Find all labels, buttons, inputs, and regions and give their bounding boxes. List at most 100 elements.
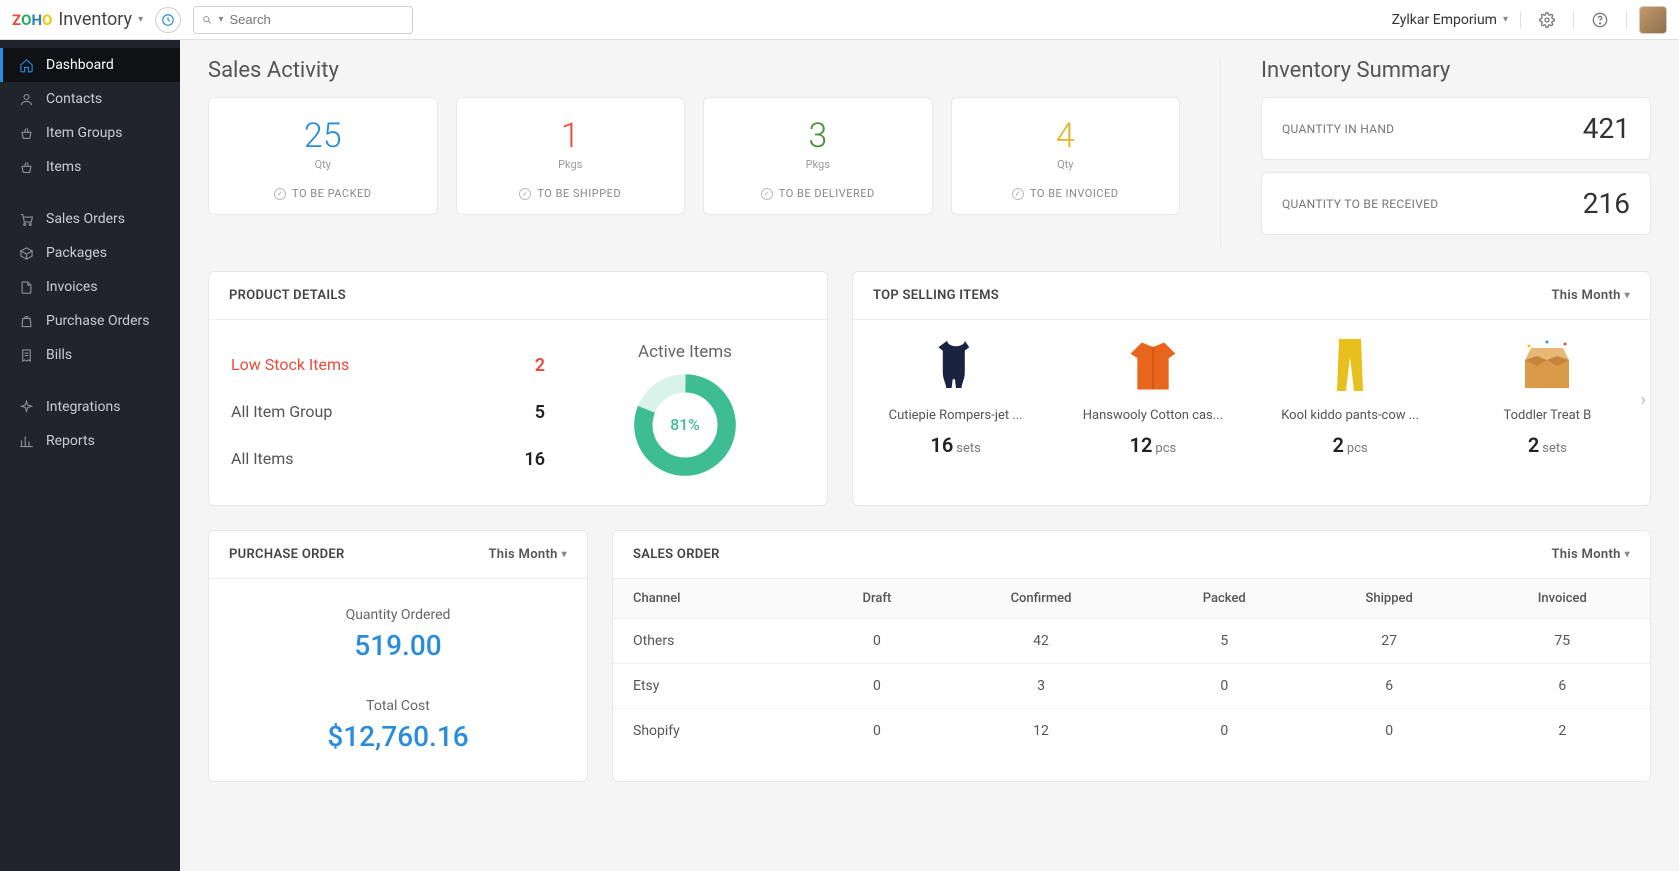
po-cost-label: Total Cost <box>229 698 567 714</box>
inventory-summary-section: Inventory Summary QUANTITY IN HAND421 QUA… <box>1261 58 1651 247</box>
main-content: Sales Activity 25Qty✓TO BE PACKED1Pkgs✓T… <box>180 40 1679 871</box>
gear-icon <box>1539 12 1555 28</box>
check-icon: ✓ <box>1012 188 1024 200</box>
sidebar-item-label: Item Groups <box>46 125 123 141</box>
product-detail-row[interactable]: All Item Group5 <box>231 389 545 436</box>
topbar: ZOHO Inventory ▾ ▾ Zylkar Emporium ▾ <box>0 0 1679 40</box>
top-selling-item[interactable]: Kool kiddo pants-cow ...2pcs <box>1252 330 1449 461</box>
stat-unit: Pkgs <box>467 158 675 171</box>
period-selector[interactable]: This Month ▾ <box>1552 288 1630 303</box>
caret-down-icon: ▾ <box>1625 290 1630 301</box>
basket-icon <box>18 160 34 175</box>
table-row[interactable]: Etsy03066 <box>613 664 1650 709</box>
app-title: Inventory <box>58 9 132 30</box>
product-detail-row[interactable]: Low Stock Items2 <box>231 342 545 389</box>
spark-icon <box>18 400 34 415</box>
sales-order-panel: SALES ORDER This Month ▾ ChannelDraftCon… <box>612 530 1651 782</box>
table-header: Shipped <box>1304 579 1475 619</box>
sales-order-table: ChannelDraftConfirmedPackedShippedInvoic… <box>613 579 1650 753</box>
sidebar-item-bills[interactable]: Bills <box>0 338 180 372</box>
basket-icon <box>18 126 34 141</box>
item-qty: 2pcs <box>1260 433 1441 457</box>
search-input-wrap[interactable]: ▾ <box>193 6 413 34</box>
sidebar-item-label: Dashboard <box>46 57 114 73</box>
stat-card-to-be-shipped[interactable]: 1Pkgs✓TO BE SHIPPED <box>456 97 686 215</box>
sidebar-item-purchase-orders[interactable]: Purchase Orders <box>0 304 180 338</box>
value-cell: 0 <box>817 619 938 664</box>
value-cell: 42 <box>937 619 1144 664</box>
caret-down-icon: ▾ <box>138 14 143 25</box>
pd-label: All Items <box>231 449 294 470</box>
table-row[interactable]: Others04252775 <box>613 619 1650 664</box>
section-title: Sales Activity <box>208 58 1180 83</box>
file-icon <box>18 280 34 295</box>
divider <box>1520 11 1521 29</box>
table-row[interactable]: Shopify012002 <box>613 709 1650 754</box>
summary-card: QUANTITY TO BE RECEIVED 216 <box>1261 172 1651 235</box>
divider <box>1573 11 1574 29</box>
summary-label: QUANTITY TO BE RECEIVED <box>1282 197 1438 211</box>
recent-history-button[interactable] <box>155 7 181 33</box>
sidebar-item-label: Contacts <box>46 91 102 107</box>
divider <box>1626 11 1627 29</box>
item-name: Hanswooly Cotton cas... <box>1062 408 1243 423</box>
sidebar-item-packages[interactable]: Packages <box>0 236 180 270</box>
help-button[interactable] <box>1586 12 1614 28</box>
check-icon: ✓ <box>274 188 286 200</box>
sidebar-item-label: Bills <box>46 347 72 363</box>
period-selector[interactable]: This Month ▾ <box>1552 547 1630 562</box>
sidebar-item-contacts[interactable]: Contacts <box>0 82 180 116</box>
top-selling-item[interactable]: Toddler Treat B2sets <box>1449 330 1646 461</box>
receipt-icon <box>18 348 34 363</box>
channel-cell: Others <box>613 619 817 664</box>
product-image-icon <box>1457 334 1638 398</box>
item-name: Toddler Treat B <box>1457 408 1638 423</box>
summary-card: QUANTITY IN HAND421 <box>1261 97 1651 160</box>
sales-activity-section: Sales Activity 25Qty✓TO BE PACKED1Pkgs✓T… <box>208 58 1180 247</box>
stat-unit: Qty <box>219 158 427 171</box>
sidebar-item-item-groups[interactable]: Item Groups <box>0 116 180 150</box>
value-cell: 27 <box>1304 619 1475 664</box>
caret-down-icon: ▾ <box>1625 549 1630 560</box>
sidebar-item-integrations[interactable]: Integrations <box>0 390 180 424</box>
value-cell: 2 <box>1475 709 1650 754</box>
sidebar-item-sales-orders[interactable]: Sales Orders <box>0 202 180 236</box>
user-icon <box>18 92 34 107</box>
org-selector[interactable]: Zylkar Emporium ▾ <box>1392 12 1508 28</box>
sidebar-item-invoices[interactable]: Invoices <box>0 270 180 304</box>
app-logo[interactable]: ZOHO Inventory ▾ <box>12 9 143 30</box>
value-cell: 0 <box>817 664 938 709</box>
stat-card-to-be-delivered[interactable]: 3Pkgs✓TO BE DELIVERED <box>703 97 933 215</box>
search-input[interactable] <box>230 12 405 27</box>
sidebar-item-reports[interactable]: Reports <box>0 424 180 458</box>
sidebar-item-label: Purchase Orders <box>46 313 149 329</box>
sidebar-item-dashboard[interactable]: Dashboard <box>0 48 180 82</box>
value-cell: 12 <box>937 709 1144 754</box>
value-cell: 0 <box>1145 664 1304 709</box>
sidebar-item-label: Sales Orders <box>46 211 125 227</box>
sidebar-item-label: Reports <box>46 433 95 449</box>
pd-value: 5 <box>535 402 545 423</box>
bag-icon <box>18 314 34 329</box>
next-button[interactable]: › <box>1641 389 1646 410</box>
top-selling-item[interactable]: Cutiepie Rompers-jet ...16sets <box>857 330 1054 461</box>
stat-card-to-be-packed[interactable]: 25Qty✓TO BE PACKED <box>208 97 438 215</box>
zoho-logo-icon: ZOHO <box>12 11 52 29</box>
section-title: Inventory Summary <box>1261 58 1651 83</box>
sidebar-item-items[interactable]: Items <box>0 150 180 184</box>
settings-button[interactable] <box>1533 12 1561 28</box>
pd-value: 2 <box>535 355 545 376</box>
summary-value: 216 <box>1583 187 1630 220</box>
product-detail-row[interactable]: All Items16 <box>231 436 545 483</box>
check-icon: ✓ <box>761 188 773 200</box>
user-avatar[interactable] <box>1639 6 1667 34</box>
top-selling-item[interactable]: Hanswooly Cotton cas...12pcs <box>1054 330 1251 461</box>
period-selector[interactable]: This Month ▾ <box>489 547 567 562</box>
channel-cell: Shopify <box>613 709 817 754</box>
stat-card-to-be-invoiced[interactable]: 4Qty✓TO BE INVOICED <box>951 97 1181 215</box>
box-icon <box>18 246 34 261</box>
value-cell: 0 <box>1145 709 1304 754</box>
sidebar-item-label: Items <box>46 159 81 175</box>
product-image-icon <box>1062 334 1243 398</box>
value-cell: 5 <box>1145 619 1304 664</box>
